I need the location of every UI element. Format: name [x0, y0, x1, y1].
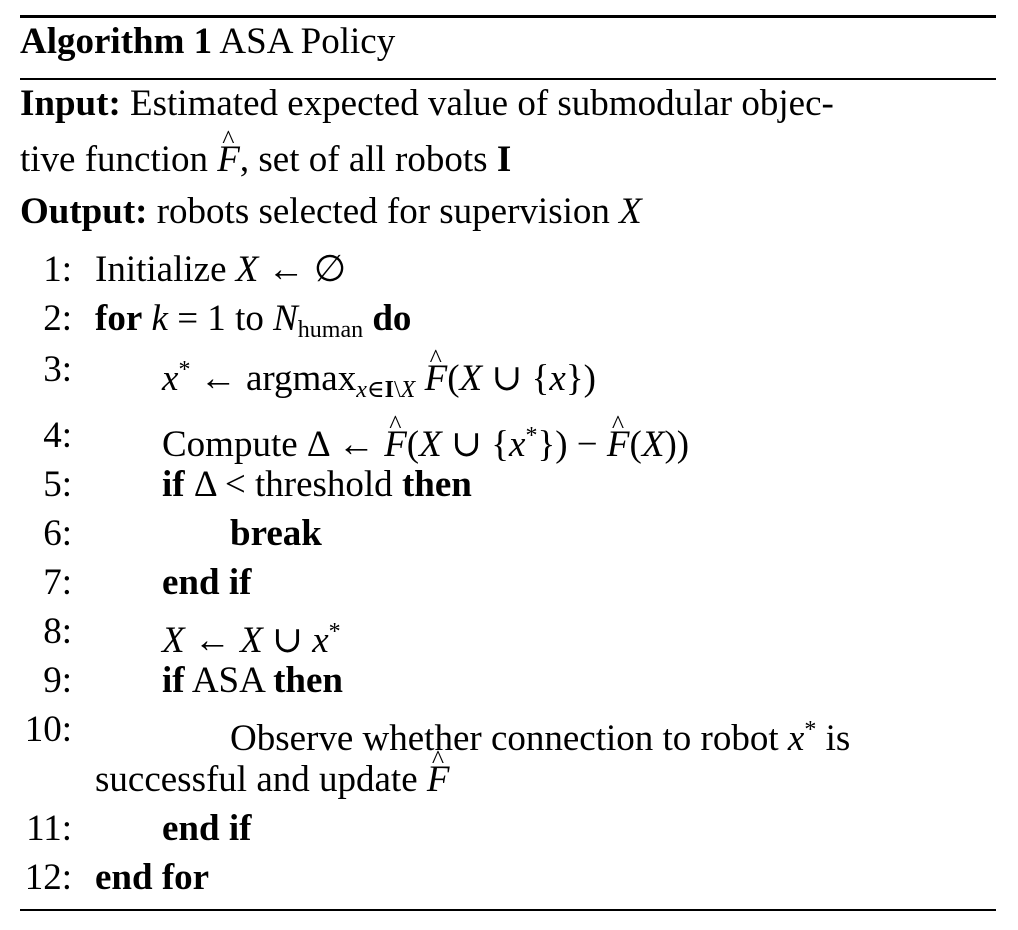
keyword-end-for: end for	[95, 857, 210, 898]
step-text: Observe whether connection to robot	[230, 718, 779, 759]
line-number: 10:	[24, 709, 72, 750]
line-number: 7:	[43, 562, 72, 603]
line-number: 6:	[43, 513, 72, 554]
step-text: successful and update	[95, 759, 418, 800]
keyword-then: then	[273, 660, 343, 701]
keyword-if: if	[162, 660, 185, 701]
keyword-then: then	[401, 464, 472, 505]
step-10: 10: Observe whether connection to robot …	[0, 708, 1018, 759]
line-number: 12:	[24, 857, 72, 898]
step-text: Compute	[162, 424, 298, 465]
line-number: 3:	[43, 349, 72, 390]
robot-set-symbol: I	[496, 139, 512, 180]
keyword-end-if: end if	[162, 808, 252, 849]
line-number: 8:	[43, 611, 72, 652]
title-rule	[20, 78, 996, 80]
step-body: if ASA then	[162, 659, 343, 703]
line-number: 1:	[43, 249, 72, 290]
argmax-operator: argmax	[245, 358, 357, 399]
keyword-for: for	[95, 298, 143, 339]
line-number: 2:	[43, 298, 72, 339]
step-text: ASA	[191, 660, 264, 701]
bottom-rule	[20, 909, 996, 911]
step-text: Initialize	[95, 249, 227, 290]
output-line: Output: robots selected for supervision …	[20, 192, 642, 232]
step-4: 4: Compute Δ ← F(X ∪ {x*}) − F(X))	[0, 403, 1018, 465]
output-label: Output:	[20, 191, 148, 232]
input-line-2: tive function F, set of all robots I	[20, 120, 512, 180]
f-hat-symbol: F	[217, 120, 240, 180]
step-1: 1: Initialize X ← ∅	[0, 248, 1018, 292]
step-7: 7: end if	[0, 561, 1018, 605]
keyword-do: do	[372, 298, 412, 339]
input-text-2b: , set of all robots	[239, 139, 488, 180]
input-text-2a: tive function	[20, 139, 209, 180]
output-text: robots selected for supervision	[156, 191, 610, 232]
step-body: Observe whether connection to robot x* i…	[230, 717, 851, 759]
line-number: 9:	[43, 660, 72, 701]
step-body: successful and update F	[95, 738, 449, 802]
line-number: 5:	[43, 464, 72, 505]
step-body: X ← X ∪ x*	[162, 619, 341, 661]
keyword-end-if: end if	[162, 562, 252, 603]
step-11: 11: end if	[0, 807, 1018, 851]
x-symbol: X	[619, 191, 642, 232]
line-number: 4:	[43, 415, 72, 456]
step-10-continuation: successful and update F	[0, 738, 1018, 802]
algorithm-name: ASA Policy	[219, 21, 396, 62]
step-6: 6: break	[0, 512, 1018, 556]
input-label: Input:	[20, 83, 121, 124]
step-text: threshold	[254, 464, 393, 505]
step-body: if Δ < threshold then	[162, 464, 472, 505]
algorithm-label: Algorithm 1	[20, 21, 213, 62]
line-number: 11:	[26, 808, 72, 849]
step-body: Compute Δ ← F(X ∪ {x*}) − F(X))	[162, 403, 689, 467]
top-rule	[20, 15, 996, 18]
step-9: 9: if ASA then	[0, 659, 1018, 703]
step-5: 5: if Δ < threshold then	[0, 463, 1018, 507]
keyword-break: break	[230, 513, 322, 554]
step-text: to	[235, 298, 264, 339]
step-12: 12: end for	[0, 856, 1018, 900]
n-human-subscript: human	[297, 317, 364, 343]
step-8: 8: X ← X ∪ x*	[0, 610, 1018, 661]
keyword-if: if	[162, 464, 185, 505]
step-body: Initialize X ← ∅	[95, 249, 347, 290]
step-text: is	[825, 718, 851, 759]
step-3: 3: x* ← argmaxx∈I\X F(X ∪ {x})	[0, 337, 1018, 403]
step-body: x* ← argmaxx∈I\X F(X ∪ {x})	[162, 337, 596, 412]
step-body: for k = 1 to Nhuman do	[95, 298, 412, 343]
step-2: 2: for k = 1 to Nhuman do	[0, 297, 1018, 343]
algorithm-title: Algorithm 1 ASA Policy	[20, 22, 395, 62]
input-text-1: Estimated expected value of submodular o…	[130, 83, 834, 124]
input-line-1: Input: Estimated expected value of submo…	[20, 84, 834, 124]
